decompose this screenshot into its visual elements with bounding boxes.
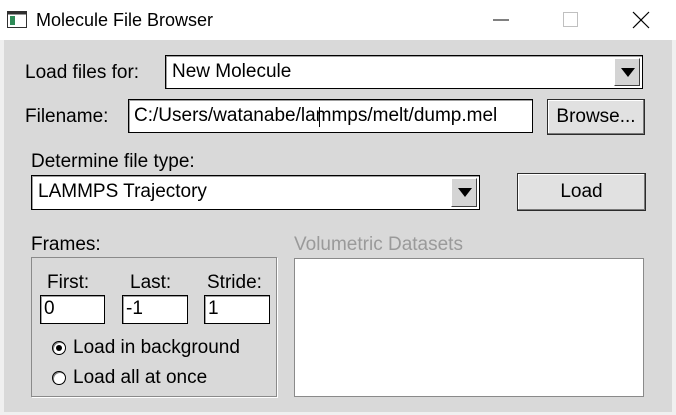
first-label: First: <box>47 272 90 293</box>
maximize-button[interactable] <box>536 0 606 40</box>
close-icon <box>632 11 650 29</box>
load-files-for-value: New Molecule <box>172 61 292 82</box>
browse-button[interactable]: Browse... <box>547 99 645 135</box>
file-type-label: Determine file type: <box>31 151 195 172</box>
stride-value: 1 <box>208 298 219 319</box>
load-files-for-label: Load files for: <box>25 62 140 83</box>
load-all-at-once-label[interactable]: Load all at once <box>73 367 207 389</box>
volumetric-datasets-list[interactable] <box>294 258 644 397</box>
close-button[interactable] <box>606 0 676 40</box>
last-label: Last: <box>130 272 172 293</box>
volumetric-datasets-label: Volumetric Datasets <box>294 234 463 255</box>
maximize-icon <box>563 12 578 27</box>
first-frame-input[interactable]: 0 <box>40 295 105 324</box>
chevron-down-icon[interactable] <box>614 58 640 86</box>
load-all-at-once-radio[interactable] <box>52 371 66 385</box>
last-frame-value: -1 <box>126 298 143 319</box>
filename-value: C:/Users/watanabe/lammps/melt/dump.mel <box>134 105 498 126</box>
title-bar: Molecule File Browser <box>0 0 676 40</box>
chevron-down-icon[interactable] <box>451 178 477 207</box>
dialog-body: Load files for: New Molecule Filename: C… <box>4 40 672 412</box>
last-frame-input[interactable]: -1 <box>122 295 188 324</box>
load-files-for-dropdown[interactable]: New Molecule <box>165 55 643 89</box>
filename-input[interactable]: C:/Users/watanabe/lammps/melt/dump.mel <box>128 99 533 133</box>
file-type-value: LAMMPS Trajectory <box>38 181 207 202</box>
window-title: Molecule File Browser <box>36 10 214 30</box>
load-in-background-label[interactable]: Load in background <box>73 337 240 359</box>
file-type-dropdown[interactable]: LAMMPS Trajectory <box>31 175 480 210</box>
frames-label: Frames: <box>31 234 101 255</box>
load-in-background-radio[interactable] <box>52 341 66 355</box>
stride-label: Stride: <box>207 272 262 293</box>
minimize-button[interactable] <box>466 0 536 40</box>
load-button[interactable]: Load <box>517 173 646 211</box>
first-frame-value: 0 <box>44 298 55 319</box>
filename-label: Filename: <box>25 106 109 127</box>
app-icon <box>7 11 27 28</box>
frames-group: First: Last: Stride: 0 -1 1 Load in back… <box>31 257 277 397</box>
stride-input[interactable]: 1 <box>204 295 270 324</box>
minimize-icon <box>493 19 509 21</box>
text-caret <box>319 107 320 127</box>
